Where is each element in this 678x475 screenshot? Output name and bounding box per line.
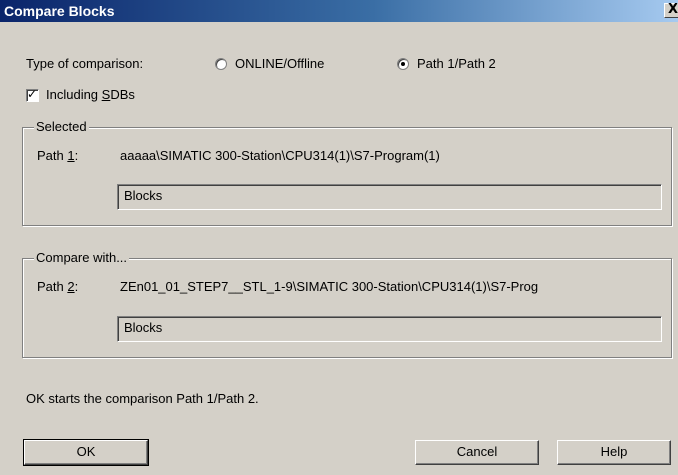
path1-blocks-field[interactable]: Blocks (117, 184, 662, 210)
compare-blocks-dialog: Compare Blocks X Type of comparison: ONL… (0, 0, 678, 475)
title-bar[interactable]: Compare Blocks X (0, 0, 678, 22)
selected-group-legend: Selected (34, 119, 89, 134)
checkmark-icon: ✓ (27, 87, 38, 101)
ok-button[interactable]: OK (23, 439, 149, 466)
path1-label: Path 1: (37, 148, 79, 163)
window-title: Compare Blocks (4, 3, 115, 19)
compare-with-group (22, 258, 672, 358)
radio-online-offline-label[interactable]: ONLINE/Offline (235, 56, 324, 71)
including-sdbs-label[interactable]: Including SDBs (46, 87, 135, 102)
radio-path1-path2[interactable] (397, 58, 409, 70)
path2-blocks-field[interactable]: Blocks (117, 316, 662, 342)
radio-path1-path2-label[interactable]: Path 1/Path 2 (417, 56, 496, 71)
compare-with-group-legend: Compare with... (34, 250, 130, 265)
comparison-type-label: Type of comparison: (26, 56, 144, 71)
help-button[interactable]: Help (557, 440, 671, 465)
close-button[interactable]: X (664, 2, 678, 18)
close-icon: X (668, 2, 678, 17)
cancel-button[interactable]: Cancel (415, 440, 539, 465)
including-sdbs-checkbox[interactable]: ✓ (26, 87, 39, 102)
status-text: OK starts the comparison Path 1/Path 2. (26, 391, 259, 406)
selected-group (22, 127, 672, 226)
path1-value: aaaaa\SIMATIC 300-Station\CPU314(1)\S7-P… (120, 148, 440, 163)
path2-label: Path 2: (37, 279, 79, 294)
path2-value: ZEn01_01_STEP7__STL_1-9\SIMATIC 300-Stat… (120, 279, 539, 294)
radio-online-offline[interactable] (215, 58, 227, 70)
